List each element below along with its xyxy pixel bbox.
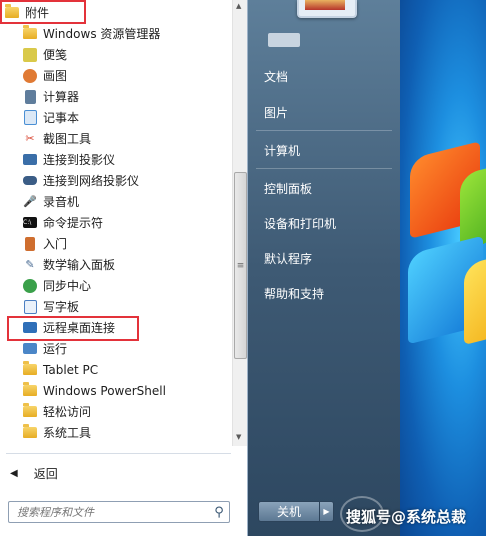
run-icon (22, 341, 38, 357)
divider (6, 453, 231, 454)
program-item[interactable]: 画图 (0, 65, 252, 86)
folder-item[interactable]: 系统工具 (0, 422, 252, 443)
notepad-icon (22, 110, 38, 126)
programs-list: 附件 Windows 资源管理器 便笺 画图 计算器 记事本 ✂ 截图工具 连接… (0, 0, 232, 446)
program-label: 写字板 (43, 300, 80, 314)
folder-icon (22, 424, 38, 441)
right-item-help-support[interactable]: 帮助和支持 (264, 285, 324, 302)
program-item[interactable]: 连接到投影仪 (0, 149, 252, 170)
program-item[interactable]: 记事本 (0, 107, 252, 128)
folder-icon (22, 382, 38, 399)
back-arrow-icon: ◀ (10, 467, 18, 479)
program-label: 命令提示符 (43, 216, 104, 230)
highlight-remote-desktop (7, 316, 139, 341)
folder-label: Windows PowerShell (43, 383, 166, 398)
back-label: 返回 (33, 466, 58, 481)
shutdown-options-arrow-icon[interactable]: ▶ (320, 501, 334, 522)
right-item-control-panel[interactable]: 控制面板 (264, 180, 312, 197)
cmd-icon: C:\ (22, 215, 38, 231)
program-label: 入门 (43, 237, 68, 251)
projector-icon (22, 152, 38, 168)
program-label: Windows 资源管理器 (43, 27, 161, 41)
program-item[interactable]: 入门 (0, 233, 252, 254)
desktop-wallpaper (400, 0, 486, 536)
programs-pane: 附件 Windows 资源管理器 便笺 画图 计算器 记事本 ✂ 截图工具 连接… (0, 0, 248, 536)
highlight-folder-accessories (0, 0, 86, 24)
folder-item[interactable]: Tablet PC (0, 359, 252, 380)
program-label: 连接到投影仪 (43, 153, 116, 167)
divider (256, 130, 392, 131)
program-item[interactable]: C:\ 命令提示符 (0, 212, 252, 233)
math-input-icon: ✎ (25, 258, 35, 271)
program-label: 连接到网络投影仪 (43, 174, 140, 188)
folder-icon (22, 403, 38, 420)
folder-label: 轻松访问 (43, 405, 92, 419)
watermark-text: 搜狐号@系统总裁 (346, 508, 467, 526)
program-label: 录音机 (43, 195, 80, 209)
explorer-icon (22, 25, 38, 42)
sync-center-icon (22, 278, 38, 294)
program-item[interactable]: ✂ 截图工具 (0, 128, 252, 149)
back-button[interactable]: ◀ 返回 (0, 462, 232, 484)
program-item[interactable]: 写字板 (0, 296, 252, 317)
program-label: 数学输入面板 (43, 258, 116, 272)
program-label: 计算器 (43, 90, 80, 104)
program-item[interactable]: 🎤 录音机 (0, 191, 252, 212)
paint-icon (22, 68, 38, 84)
folder-label: Tablet PC (43, 362, 99, 377)
programs-scrollbar[interactable]: ▲ ≡ ▼ (232, 0, 247, 446)
calculator-icon (22, 89, 38, 105)
program-label: 截图工具 (43, 132, 92, 146)
right-item-documents[interactable]: 文档 (264, 68, 288, 85)
program-item[interactable]: 便笺 (0, 44, 252, 65)
search-icon[interactable]: ⚲ (209, 505, 229, 520)
right-item-default-programs[interactable]: 默认程序 (264, 250, 312, 267)
right-item-computer[interactable]: 计算机 (264, 142, 300, 159)
shutdown-button[interactable]: 关机 (258, 501, 320, 522)
search-box[interactable]: ⚲ (8, 501, 230, 523)
scroll-up-arrow-icon[interactable]: ▲ (236, 2, 241, 10)
network-projector-icon (22, 173, 38, 189)
folder-item[interactable]: 轻松访问 (0, 401, 252, 422)
scroll-thumb[interactable]: ≡ (234, 172, 247, 359)
program-item[interactable]: 运行 (0, 338, 252, 359)
program-label: 便笺 (43, 48, 68, 62)
snipping-tool-icon: ✂ (25, 132, 35, 145)
program-item[interactable]: 计算器 (0, 86, 252, 107)
program-label: 运行 (43, 342, 68, 356)
program-item[interactable]: 连接到网络投影仪 (0, 170, 252, 191)
search-input[interactable] (9, 504, 209, 520)
start-menu: 附件 Windows 资源管理器 便笺 画图 计算器 记事本 ✂ 截图工具 连接… (0, 0, 400, 536)
getting-started-icon (22, 236, 38, 252)
program-label: 记事本 (43, 111, 80, 125)
folder-label: 系统工具 (43, 426, 92, 440)
user-name-blurred[interactable] (268, 33, 300, 47)
program-item[interactable]: 同步中心 (0, 275, 252, 296)
scroll-down-arrow-icon[interactable]: ▼ (236, 433, 241, 441)
user-picture[interactable] (297, 0, 357, 18)
program-item[interactable]: ✎ 数学输入面板 (0, 254, 252, 275)
program-label: 画图 (43, 69, 68, 83)
wordpad-icon (22, 299, 38, 315)
program-item[interactable]: Windows 资源管理器 (0, 23, 252, 44)
microphone-icon: 🎤 (23, 195, 37, 208)
right-item-devices-printers[interactable]: 设备和打印机 (264, 215, 336, 232)
folder-icon (22, 361, 38, 378)
program-label: 同步中心 (43, 279, 92, 293)
folder-item[interactable]: Windows PowerShell (0, 380, 252, 401)
divider (256, 168, 392, 169)
sticky-notes-icon (22, 47, 38, 63)
right-item-pictures[interactable]: 图片 (264, 104, 288, 121)
